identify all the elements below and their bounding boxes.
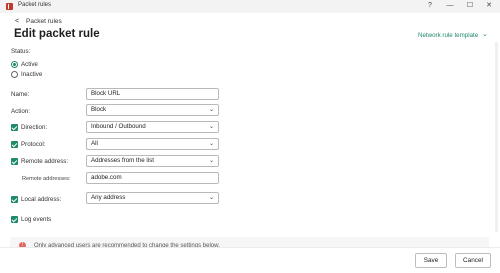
action-select[interactable]: Block ⌄ xyxy=(86,104,219,116)
save-button[interactable]: Save xyxy=(415,253,447,268)
close-button[interactable]: ✕ xyxy=(482,1,496,11)
chevron-down-icon: ⌄ xyxy=(208,141,214,147)
window-titlebar: Packet rules ? — ☐ ✕ xyxy=(0,0,500,13)
remote-addresses-label: Remote addresses: xyxy=(22,176,71,182)
app-logo-icon xyxy=(6,3,13,10)
remote-address-select[interactable]: Addresses from the list ⌄ xyxy=(86,155,219,167)
local-address-label: Local address: xyxy=(21,196,62,203)
name-input[interactable]: Block URL xyxy=(86,88,219,100)
status-active-radio[interactable] xyxy=(11,61,18,68)
local-address-select[interactable]: Any address ⌄ xyxy=(86,192,219,204)
protocol-select[interactable]: All ⌄ xyxy=(86,138,219,150)
direction-checkbox[interactable] xyxy=(11,124,18,131)
direction-select[interactable]: Inbound / Outbound ⌄ xyxy=(86,121,219,133)
local-address-select-value: Any address xyxy=(91,194,126,201)
remote-addresses-input[interactable]: adobe.com xyxy=(86,172,219,184)
chevron-down-icon: ⌄ xyxy=(208,158,214,164)
chevron-down-icon: ⌄ xyxy=(208,107,214,113)
action-label: Action: xyxy=(11,108,30,115)
status-inactive-radio[interactable] xyxy=(11,71,18,78)
protocol-select-value: All xyxy=(91,140,98,147)
log-events-checkbox[interactable] xyxy=(11,216,18,223)
chevron-down-icon: ⌄ xyxy=(208,124,214,130)
help-icon[interactable]: ? xyxy=(423,1,437,11)
page-title: Edit packet rule xyxy=(14,28,100,40)
chevron-left-icon[interactable]: < xyxy=(15,17,19,27)
back-link-label[interactable]: Packet rules xyxy=(26,17,62,27)
name-label: Name: xyxy=(11,91,30,98)
action-select-value: Block xyxy=(91,106,107,113)
status-active-label[interactable]: Active xyxy=(21,61,38,68)
dialog-footer: Save Cancel xyxy=(0,247,500,273)
log-events-label[interactable]: Log events xyxy=(21,216,51,223)
network-rule-template-link[interactable]: Network rule template xyxy=(418,32,478,39)
cancel-button[interactable]: Cancel xyxy=(455,253,491,268)
chevron-down-icon: ⌄ xyxy=(208,195,214,201)
remote-address-checkbox[interactable] xyxy=(11,158,18,165)
remote-address-select-value: Addresses from the list xyxy=(91,157,154,164)
maximize-button[interactable]: ☐ xyxy=(463,1,477,11)
local-address-checkbox[interactable] xyxy=(11,196,18,203)
protocol-checkbox[interactable] xyxy=(11,141,18,148)
status-label: Status: xyxy=(11,48,31,55)
status-inactive-label[interactable]: Inactive xyxy=(21,71,42,78)
remote-address-label: Remote address: xyxy=(21,158,69,165)
protocol-label: Protocol: xyxy=(21,141,46,148)
minimize-button[interactable]: — xyxy=(443,1,457,11)
scrollbar[interactable] xyxy=(495,42,498,232)
direction-select-value: Inbound / Outbound xyxy=(91,123,146,130)
window-title: Packet rules xyxy=(18,2,52,8)
chevron-down-icon[interactable]: ⌄ xyxy=(482,30,488,38)
direction-label: Direction: xyxy=(21,124,48,131)
